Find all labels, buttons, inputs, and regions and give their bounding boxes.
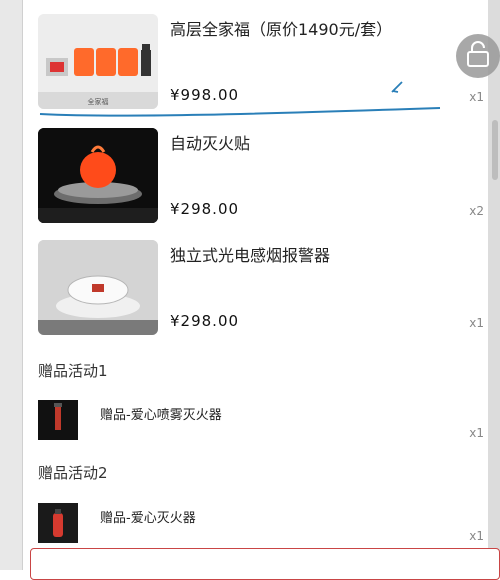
floating-button[interactable] bbox=[456, 34, 500, 78]
product-price: ¥298.00 bbox=[170, 200, 240, 218]
gift-name: 赠品-爱心喷雾灭火器 bbox=[100, 408, 222, 423]
gift-name: 赠品-爱心灭火器 bbox=[100, 511, 196, 526]
gift-item[interactable]: 赠品-爱心灭火器 x1 bbox=[38, 503, 488, 547]
checkout-bar[interactable] bbox=[30, 548, 500, 580]
spray-extinguisher-icon bbox=[38, 400, 78, 440]
gift-item[interactable]: 赠品-爱心喷雾灭火器 x1 bbox=[38, 400, 488, 444]
gift-quantity: x1 bbox=[469, 529, 484, 543]
gift-activity-title: 赠品活动1 bbox=[38, 362, 108, 380]
product-quantity: x2 bbox=[469, 204, 484, 218]
order-screen: 全家福 高层全家福（原价1490元/套） ¥998.00 x1 自动灭火贴 ¥2… bbox=[0, 0, 500, 580]
gift-activity-title: 赠品活动2 bbox=[38, 464, 108, 482]
floating-lock-icon bbox=[467, 41, 489, 67]
product-title: 独立式光电感烟报警器 bbox=[170, 246, 331, 265]
scrollbar-thumb[interactable] bbox=[492, 120, 498, 180]
fire-extinguisher-sticker-icon bbox=[38, 128, 158, 223]
product-title: 自动灭火贴 bbox=[170, 134, 251, 153]
smoke-detector-icon bbox=[38, 240, 158, 335]
product-item-fire-sticker[interactable]: 自动灭火贴 ¥298.00 x2 bbox=[38, 128, 488, 228]
product-price: ¥298.00 bbox=[170, 312, 240, 330]
gift-quantity: x1 bbox=[469, 426, 484, 440]
product-item-smoke-detector[interactable]: 独立式光电感烟报警器 ¥298.00 x1 bbox=[38, 240, 488, 340]
extinguisher-icon bbox=[38, 503, 78, 543]
product-quantity: x1 bbox=[469, 316, 484, 330]
